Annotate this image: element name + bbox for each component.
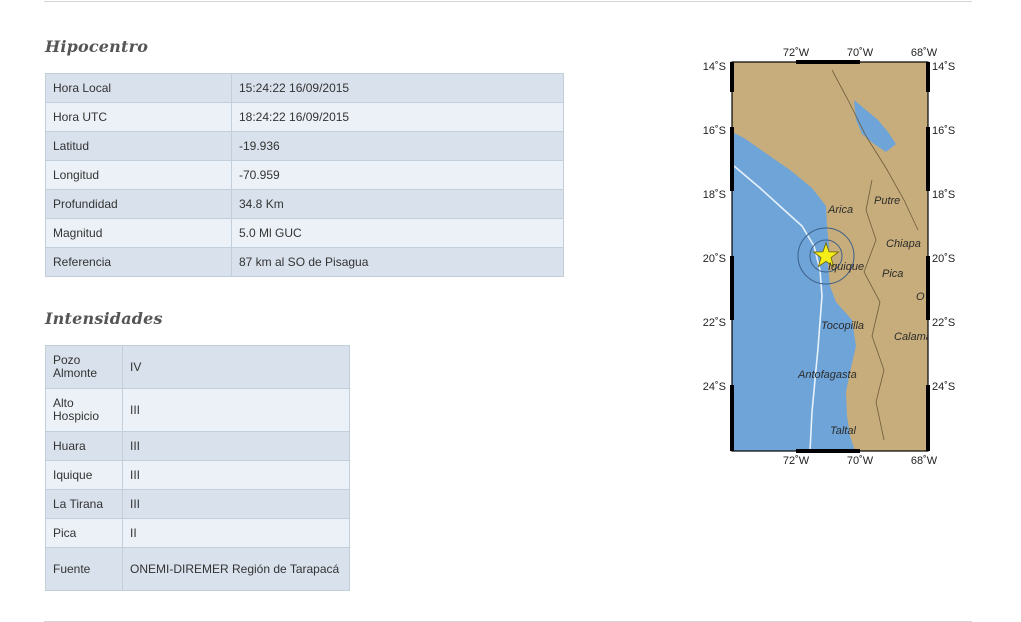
lat-label: 24˚S — [703, 381, 726, 393]
lat-labels-right: 14˚S 16˚S 18˚S 20˚S 22˚S 24˚S — [932, 61, 955, 393]
epicenter-map: 72˚W 70˚W 68˚W 72˚W 70˚W 68˚W 14˚S 16˚S … — [690, 40, 980, 470]
lon-label: 68˚W — [911, 47, 938, 59]
row-label: La Tirana — [45, 489, 123, 519]
place-label: O — [916, 291, 925, 303]
row-label: Fuente — [45, 547, 123, 591]
place-label: Calama — [894, 331, 932, 343]
row-label: Hora Local — [45, 73, 232, 103]
row-value: ONEMI-DIREMER Región de Tarapacá — [122, 547, 350, 591]
table-row: Pica II — [45, 518, 350, 548]
lat-label: 20˚S — [703, 253, 726, 265]
row-label: Pozo Almonte — [45, 345, 123, 389]
table-row: La Tirana III — [45, 489, 350, 519]
intensidades-table: Pozo Almonte IV Alto Hospicio III Huara III… — [45, 345, 350, 591]
hipocentro-table: Hora Local 15:24:22 16/09/2015 Hora UTC 18… — [45, 73, 564, 277]
row-label: Iquique — [45, 460, 123, 490]
place-label: Tocopilla — [821, 320, 864, 332]
lat-label: 24˚S — [932, 381, 955, 393]
row-value: III — [122, 388, 350, 432]
lat-label: 18˚S — [703, 189, 726, 201]
lon-label: 68˚W — [911, 455, 938, 467]
map-body — [732, 62, 928, 451]
table-row: Iquique III — [45, 460, 350, 490]
lat-label: 20˚S — [932, 253, 955, 265]
table-row: Huara III — [45, 431, 350, 461]
row-value: 87 km al SO de Pisagua — [231, 247, 564, 277]
row-label: Hora UTC — [45, 102, 232, 132]
lat-label: 16˚S — [703, 125, 726, 137]
row-label: Latitud — [45, 131, 232, 161]
table-row: Hora Local 15:24:22 16/09/2015 — [45, 73, 564, 103]
hipocentro-heading: Hipocentro — [45, 37, 149, 56]
row-label: Profundidad — [45, 189, 232, 219]
lat-label: 18˚S — [932, 189, 955, 201]
row-label: Huara — [45, 431, 123, 461]
table-row: Referencia 87 km al SO de Pisagua — [45, 247, 564, 277]
row-value: -70.959 — [231, 160, 564, 190]
lat-label: 14˚S — [932, 61, 955, 73]
place-label: Pica — [882, 268, 903, 280]
table-row: Latitud -19.936 — [45, 131, 564, 161]
lon-labels-top: 72˚W 70˚W 68˚W — [783, 47, 938, 59]
row-label: Magnitud — [45, 218, 232, 248]
table-row: Longitud -70.959 — [45, 160, 564, 190]
row-label: Longitud — [45, 160, 232, 190]
row-value: 5.0 Ml GUC — [231, 218, 564, 248]
place-label: Taltal — [830, 425, 856, 437]
table-row: Fuente ONEMI-DIREMER Región de Tarapacá — [45, 547, 350, 591]
lon-label: 70˚W — [847, 455, 874, 467]
lat-label: 16˚S — [932, 125, 955, 137]
place-label: Arica — [827, 204, 853, 216]
table-row: Pozo Almonte IV — [45, 345, 350, 389]
lat-label: 22˚S — [932, 317, 955, 329]
lat-label: 22˚S — [703, 317, 726, 329]
place-label: Antofagasta — [797, 369, 857, 381]
row-value: III — [122, 460, 350, 490]
row-value: 15:24:22 16/09/2015 — [231, 73, 564, 103]
place-label: Putre — [874, 195, 900, 207]
lon-labels-bottom: 72˚W 70˚W 68˚W — [783, 455, 938, 467]
table-row: Magnitud 5.0 Ml GUC — [45, 218, 564, 248]
place-label: Chiapa — [886, 238, 921, 250]
lon-label: 72˚W — [783, 455, 810, 467]
lat-labels-left: 14˚S 16˚S 18˚S 20˚S 22˚S 24˚S — [703, 61, 726, 393]
lat-label: 14˚S — [703, 61, 726, 73]
lon-label: 70˚W — [847, 47, 874, 59]
row-value: IV — [122, 345, 350, 389]
row-value: 34.8 Km — [231, 189, 564, 219]
top-divider — [44, 1, 972, 2]
row-value: III — [122, 431, 350, 461]
row-value: II — [122, 518, 350, 548]
row-label: Alto Hospicio — [45, 388, 123, 432]
row-value: 18:24:22 16/09/2015 — [231, 102, 564, 132]
table-row: Alto Hospicio III — [45, 388, 350, 432]
row-label: Pica — [45, 518, 123, 548]
table-row: Profundidad 34.8 Km — [45, 189, 564, 219]
intensidades-heading: Intensidades — [45, 309, 163, 328]
table-row: Hora UTC 18:24:22 16/09/2015 — [45, 102, 564, 132]
place-label: Iquique — [828, 261, 864, 273]
row-value: -19.936 — [231, 131, 564, 161]
map-svg: 72˚W 70˚W 68˚W 72˚W 70˚W 68˚W 14˚S 16˚S … — [703, 47, 956, 467]
lon-label: 72˚W — [783, 47, 810, 59]
row-value: III — [122, 489, 350, 519]
row-label: Referencia — [45, 247, 232, 277]
